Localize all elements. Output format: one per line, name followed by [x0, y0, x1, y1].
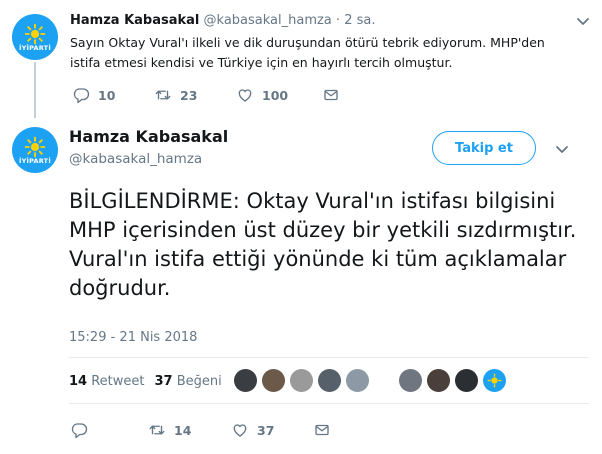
follow-button[interactable]: Takip et [432, 131, 536, 165]
reply-count: 10 [98, 87, 116, 103]
main-author-name[interactable]: Hamza Kabasakal [69, 127, 228, 146]
divider [69, 403, 589, 404]
engagement-stats: 14 Retweet 37 Beğeni [69, 374, 222, 389]
like-count: 37 [257, 422, 275, 438]
main-tweet-actions: 14 37 [70, 421, 331, 439]
thread-connector-line [34, 62, 36, 118]
reply-author-name[interactable]: Hamza Kabasakal [70, 13, 199, 28]
liker-avatar[interactable] [262, 369, 285, 392]
like-count: 100 [262, 87, 289, 103]
liker-avatar[interactable] [318, 369, 341, 392]
reply-separator: · [335, 13, 341, 28]
author-avatar[interactable]: İYİPARTİ [12, 14, 58, 60]
like-stat[interactable]: 37 Beğeni [155, 374, 222, 389]
divider [69, 357, 589, 358]
reply-tweet-header: Hamza Kabasakal @kabasakal_hamza · 2 sa. [70, 13, 375, 28]
reply-timestamp[interactable]: 2 sa. [344, 13, 375, 28]
retweet-count: 23 [180, 87, 198, 103]
message-action[interactable] [322, 86, 340, 104]
chevron-down-icon[interactable] [576, 14, 590, 28]
avatar-brand-text: İYİPARTİ [19, 156, 51, 165]
reply-tweet-text: Sayın Oktay Vural'ı ilkeli ve dik duruşu… [70, 35, 545, 70]
message-action[interactable] [313, 421, 331, 439]
reply-icon [73, 88, 90, 104]
liker-avatar[interactable] [234, 369, 257, 392]
liker-avatar[interactable] [290, 369, 313, 392]
reply-action[interactable]: 10 [72, 86, 154, 104]
reply-tweet-actions: 10 23 100 [72, 86, 340, 104]
liker-avatars [234, 369, 511, 392]
retweet-icon [155, 90, 171, 100]
liker-avatar[interactable] [399, 369, 422, 392]
retweet-count: 14 [174, 422, 192, 438]
like-action[interactable]: 100 [236, 86, 322, 104]
main-author-handle[interactable]: @kabasakal_hamza [69, 151, 202, 167]
like-stat-count: 37 [154, 374, 173, 389]
like-stat-label: Beğeni [176, 374, 222, 389]
party-sun-icon [24, 136, 46, 157]
liker-avatar[interactable] [427, 369, 450, 392]
retweet-icon [149, 425, 165, 435]
main-tweet-timestamp[interactable]: 15:29 - 21 Nis 2018 [69, 330, 197, 345]
chevron-down-icon[interactable] [555, 142, 569, 156]
retweet-action[interactable]: 14 [148, 421, 231, 439]
retweet-stat-label: Retweet [91, 374, 145, 389]
party-sun-icon [24, 23, 46, 44]
party-sun-icon [487, 373, 502, 388]
retweet-stat-count: 14 [69, 374, 88, 389]
reply-author-handle[interactable]: @kabasakal_hamza [204, 13, 332, 28]
liker-avatar[interactable] [483, 369, 506, 392]
retweet-action[interactable]: 23 [154, 86, 236, 104]
like-action[interactable]: 37 [231, 421, 313, 439]
retweet-stat[interactable]: 14 Retweet [69, 374, 145, 389]
like-icon [233, 424, 247, 437]
message-icon [315, 424, 329, 436]
liker-avatar[interactable] [455, 369, 478, 392]
reply-icon [71, 423, 88, 439]
avatar-brand-text: İYİPARTİ [19, 43, 51, 52]
liker-avatar[interactable] [346, 369, 369, 392]
like-icon [238, 89, 252, 102]
reply-action[interactable] [70, 421, 148, 439]
message-icon [324, 89, 338, 101]
main-tweet-text: BİLGİLENDİRME: Oktay Vural'ın istifası b… [69, 189, 577, 300]
main-author-avatar[interactable]: İYİPARTİ [12, 127, 58, 173]
